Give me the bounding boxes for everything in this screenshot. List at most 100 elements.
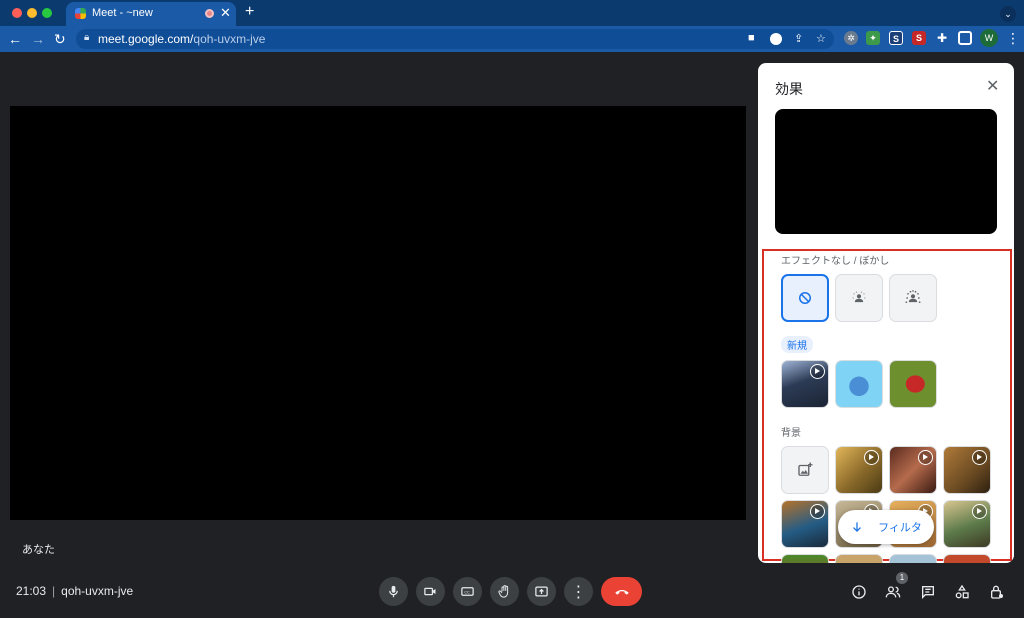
back-arrow-icon[interactable]: ← xyxy=(8,30,22,48)
background-tile-partial-4[interactable] xyxy=(943,554,991,563)
host-controls-button[interactable] xyxy=(987,582,1007,602)
activities-shapes-icon xyxy=(955,584,969,599)
strong-blur-icon xyxy=(905,290,921,303)
animated-play-icon xyxy=(810,364,825,379)
forward-arrow-icon[interactable]: → xyxy=(31,30,45,48)
browser-tab-bar: Meet - ~new ✕ + ⌄ xyxy=(0,0,1024,26)
animated-play-icon xyxy=(972,504,987,519)
raise-hand-button[interactable] xyxy=(490,577,519,606)
bookmark-star-icon[interactable]: ☆ xyxy=(816,32,826,45)
divider: | xyxy=(52,584,56,598)
animated-play-icon xyxy=(918,450,933,465)
reload-icon[interactable]: ↻ xyxy=(54,30,66,48)
camera-button[interactable] xyxy=(416,577,445,606)
new-tab-button[interactable]: + xyxy=(245,3,254,21)
lock-icon: 🔒︎ xyxy=(84,32,90,43)
svg-text:CC: CC xyxy=(464,590,470,594)
participant-count-badge: 1 xyxy=(896,572,908,584)
strong-blur-tile[interactable] xyxy=(889,274,937,322)
camera-icon xyxy=(424,587,436,596)
close-window-button[interactable] xyxy=(12,8,22,18)
google-icon[interactable] xyxy=(770,33,782,45)
camera-in-use-icon[interactable]: ■ xyxy=(748,32,755,44)
effect-tile-blue-character[interactable] xyxy=(835,360,883,408)
more-options-button[interactable]: ⋮ xyxy=(564,577,593,606)
url-host: meet.google.com/ xyxy=(98,32,194,46)
browser-menu-icon[interactable]: ⋮ xyxy=(1006,30,1020,47)
section-label-blur: エフェクトなし / ぼかし xyxy=(781,256,890,267)
people-button[interactable] xyxy=(883,582,903,602)
side-panel-icon[interactable] xyxy=(958,31,972,45)
browser-tab-meet[interactable]: Meet - ~new ✕ xyxy=(66,2,236,26)
close-panel-icon[interactable]: ✕ xyxy=(986,76,999,96)
effects-preview xyxy=(775,109,997,234)
microphone-button[interactable] xyxy=(379,577,408,606)
profile-avatar[interactable]: W xyxy=(980,29,998,47)
activities-button[interactable] xyxy=(952,582,972,602)
filter-button[interactable]: フィルタ xyxy=(838,510,934,544)
meeting-details-button[interactable] xyxy=(849,582,869,602)
upload-background-tile[interactable] xyxy=(781,446,829,494)
leave-call-button[interactable] xyxy=(601,577,642,606)
lock-person-icon xyxy=(991,585,1003,599)
extension-s-icon[interactable]: S xyxy=(889,31,903,45)
extensions-puzzle-icon[interactable]: ✚ xyxy=(935,31,949,45)
recording-indicator-icon xyxy=(205,9,214,18)
background-tile-partial-1[interactable] xyxy=(781,554,829,563)
microphone-icon xyxy=(389,585,398,598)
background-tile-cafe[interactable] xyxy=(943,446,991,494)
tab-close-icon[interactable]: ✕ xyxy=(220,5,231,21)
captions-button[interactable]: CC xyxy=(453,577,482,606)
address-bar[interactable]: 🔒︎ meet.google.com/qoh-uvxm-jve ■ ⇪ ☆ xyxy=(76,29,834,49)
tab-search-chevron-icon[interactable]: ⌄ xyxy=(1000,6,1016,22)
background-tile-shop[interactable] xyxy=(943,500,991,548)
background-tile-partial-2[interactable] xyxy=(835,554,883,563)
effect-tile-santa-hat[interactable] xyxy=(889,360,937,408)
chat-icon xyxy=(922,586,934,599)
meeting-code: qoh-uvxm-jve xyxy=(61,584,134,598)
effect-tile-scifi-room[interactable] xyxy=(781,360,829,408)
present-screen-button[interactable] xyxy=(527,577,556,606)
info-icon xyxy=(852,585,866,599)
new-badge: 新規 xyxy=(781,336,813,353)
background-tile-library[interactable] xyxy=(889,446,937,494)
self-name-label: あなた xyxy=(22,544,55,556)
raise-hand-icon xyxy=(498,585,509,598)
meeting-info-text: 21:03 | qoh-uvxm-jve xyxy=(16,584,133,598)
extension-puzzle-green-icon[interactable]: ✦ xyxy=(866,31,880,45)
no-effect-icon xyxy=(799,292,811,304)
more-vert-icon: ⋮ xyxy=(570,583,587,601)
animated-play-icon xyxy=(864,450,879,465)
browser-toolbar: ← → ↻ 🔒︎ meet.google.com/qoh-uvxm-jve ■ … xyxy=(0,26,1024,52)
background-tile-forest[interactable] xyxy=(835,446,883,494)
hang-up-icon xyxy=(614,589,629,595)
extension-gear-icon[interactable]: ✲ xyxy=(844,31,858,45)
no-effect-tile[interactable] xyxy=(781,274,829,322)
maximize-window-button[interactable] xyxy=(42,8,52,18)
minimize-window-button[interactable] xyxy=(27,8,37,18)
animated-play-icon xyxy=(972,450,987,465)
section-label-background: 背景 xyxy=(781,428,801,439)
url-path: qoh-uvxm-jve xyxy=(193,32,266,46)
add-photo-icon xyxy=(798,462,813,476)
clock-time: 21:03 xyxy=(16,584,47,598)
meet-favicon-icon xyxy=(75,8,86,19)
present-screen-icon xyxy=(535,586,548,597)
people-icon xyxy=(885,586,901,598)
chat-button[interactable] xyxy=(918,582,938,602)
self-video-tile xyxy=(10,106,746,520)
slight-blur-icon xyxy=(852,291,866,303)
arrow-down-icon xyxy=(853,522,862,532)
filter-button-label: フィルタ xyxy=(878,522,922,534)
tab-title: Meet - ~new xyxy=(92,7,153,19)
share-icon[interactable]: ⇪ xyxy=(794,32,803,45)
url-text: meet.google.com/qoh-uvxm-jve xyxy=(98,32,265,46)
panel-title: 効果 xyxy=(775,81,803,97)
background-tile-classroom[interactable] xyxy=(781,500,829,548)
background-tile-partial-3[interactable] xyxy=(889,554,937,563)
slight-blur-tile[interactable] xyxy=(835,274,883,322)
animated-play-icon xyxy=(810,504,825,519)
closed-captions-icon: CC xyxy=(461,587,474,596)
effects-panel: 効果 ✕ エフェクトなし / ぼかし 新規 背景 フィルタ xyxy=(758,63,1014,563)
extension-s-red-icon[interactable]: S xyxy=(912,31,926,45)
